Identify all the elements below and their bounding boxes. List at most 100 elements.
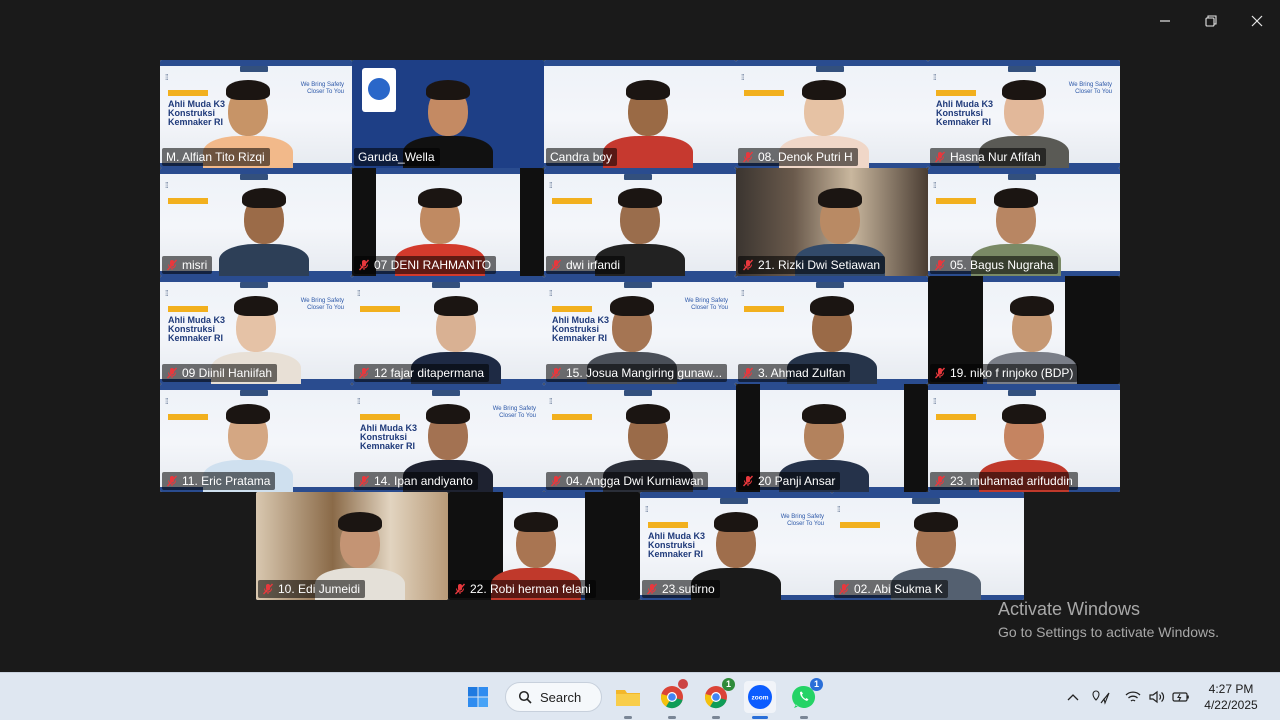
mic-muted-icon	[358, 259, 370, 271]
zoom-icon: zoom	[748, 685, 772, 709]
participant-video-tile[interactable]: ⁞⁞ 08. Denok Putri H	[736, 60, 928, 168]
participant-video-tile[interactable]: Garuda_Wella	[352, 60, 544, 168]
participant-name: 05. Bagus Nugraha	[950, 258, 1054, 272]
mic-muted-icon	[646, 583, 658, 595]
mic-muted-icon	[742, 259, 754, 271]
minimize-icon	[1160, 20, 1170, 22]
mic-muted-icon	[262, 583, 274, 595]
banner-logo	[624, 390, 652, 396]
clock-date: 4/22/2025	[1204, 698, 1258, 712]
participant-name: 22. Robi herman felani	[470, 582, 591, 596]
participant-name: M. Alfian Tito Rizqi	[166, 150, 265, 164]
running-indicator	[624, 716, 632, 719]
participant-name-tag: M. Alfian Tito Rizqi	[162, 148, 270, 166]
participant-name-tag: 14. Ipan andiyanto	[354, 472, 478, 490]
participant-name: misri	[182, 258, 208, 272]
participant-video-tile[interactable]: 22. Robi herman felani	[448, 492, 640, 600]
chrome-button-2[interactable]: 1	[700, 678, 735, 719]
participant-name: 23. muhamad arifuddin	[950, 474, 1073, 488]
participant-video-tile[interactable]: ⁞⁞ 12 fajar ditapermana	[352, 276, 544, 384]
taskbar: Search 1 zoom 1 4:27 PM 4/22/2025	[0, 672, 1280, 720]
banner-logo	[816, 66, 844, 72]
banner-tag	[360, 414, 400, 420]
banner-tag	[168, 414, 208, 420]
participant-video-tile[interactable]: ⁞⁞ 02. Abi Sukma K	[832, 492, 1024, 600]
mic-muted-icon	[166, 475, 178, 487]
file-explorer-button[interactable]	[612, 681, 644, 719]
start-button[interactable]	[462, 681, 494, 713]
whatsapp-button[interactable]: 1	[788, 678, 823, 719]
show-hidden-icons-button[interactable]	[1064, 688, 1082, 706]
participant-video-tile[interactable]: 20 Panji Ansar	[736, 384, 928, 492]
participant-video-tile[interactable]: 19. niko f rinjoko (BDP)	[928, 276, 1120, 384]
banner-tag	[552, 198, 592, 204]
participant-name-tag: Garuda_Wella	[354, 148, 440, 166]
participant-name-tag: 21. Rizki Dwi Setiawan	[738, 256, 886, 274]
minimize-button[interactable]	[1149, 8, 1181, 34]
drag-handle-icon: ⁞⁞	[165, 289, 169, 298]
participant-video-tile[interactable]: ⁞⁞ 05. Bagus Nugraha	[928, 168, 1120, 276]
participant-name: 19. niko f rinjoko (BDP)	[950, 366, 1074, 380]
mic-muted-icon	[742, 475, 754, 487]
banner-logo	[1008, 390, 1036, 396]
mic-muted-icon	[550, 259, 562, 271]
participant-video-tile[interactable]: ⁞⁞ Ahli Muda K3 Konstruksi Kemnaker RI We …	[640, 492, 832, 600]
mic-muted-icon	[550, 367, 562, 379]
participant-video-tile[interactable]: ⁞⁞ 23. muhamad arifuddin	[928, 384, 1120, 492]
location-tray-button[interactable]	[1092, 688, 1110, 706]
participant-video-tile[interactable]: ⁞⁞ Ahli Muda K3 Konstruksi Kemnaker RI We …	[160, 276, 352, 384]
close-button[interactable]	[1241, 8, 1273, 34]
participant-video-tile[interactable]: ⁞⁞ Ahli Muda K3 Konstruksi Kemnaker RI We …	[544, 276, 736, 384]
banner-tag	[840, 522, 880, 528]
volume-tray-button[interactable]	[1148, 688, 1166, 706]
participant-name: 08. Denok Putri H	[758, 150, 853, 164]
drag-handle-icon: ⁞⁞	[165, 181, 169, 190]
drag-handle-icon: ⁞⁞	[549, 289, 553, 298]
drag-handle-icon: ⁞⁞	[933, 397, 937, 406]
folder-icon	[616, 690, 640, 706]
participant-name-tag: Candra boy	[546, 148, 618, 166]
search-icon	[518, 690, 532, 704]
participant-video-tile[interactable]: ⁞⁞ Ahli Muda K3 Konstruksi Kemnaker RI We …	[928, 60, 1120, 168]
participant-video-tile[interactable]: Candra boy	[544, 60, 736, 168]
banner-logo	[240, 174, 268, 180]
participant-video-tile[interactable]: ⁞⁞ 04. Angga Dwi Kurniawan	[544, 384, 736, 492]
banner-tag	[168, 306, 208, 312]
battery-tray-button[interactable]	[1172, 688, 1190, 706]
participant-video-tile[interactable]: 21. Rizki Dwi Setiawan	[736, 168, 928, 276]
chrome-button-1[interactable]	[656, 679, 688, 719]
speaker-icon	[1149, 690, 1165, 704]
wifi-tray-button[interactable]	[1124, 688, 1142, 706]
drag-handle-icon: ⁞⁞	[165, 73, 169, 82]
running-indicator	[668, 716, 676, 719]
participant-name-tag: 02. Abi Sukma K	[834, 580, 948, 598]
mic-muted-icon	[934, 151, 946, 163]
participant-video-tile[interactable]: ⁞⁞ 11. Eric Pratama	[160, 384, 352, 492]
banner-tag	[168, 198, 208, 204]
banner-logo	[240, 282, 268, 288]
zoom-button[interactable]: zoom	[744, 681, 776, 719]
participant-video-tile[interactable]: 10. Edi Jumeidi	[256, 492, 448, 600]
participant-name: 21. Rizki Dwi Setiawan	[758, 258, 881, 272]
taskbar-search[interactable]: Search	[505, 682, 602, 712]
participant-video-tile[interactable]: 07 DENI RAHMANTO	[352, 168, 544, 276]
participant-video-tile[interactable]: ⁞⁞ Ahli Muda K3 Konstruksi Kemnaker RI We …	[352, 384, 544, 492]
participant-name-tag: 05. Bagus Nugraha	[930, 256, 1059, 274]
participant-name: 04. Angga Dwi Kurniawan	[566, 474, 704, 488]
close-icon	[1251, 15, 1263, 27]
chevron-up-icon	[1067, 694, 1079, 701]
participant-video-tile[interactable]: ⁞⁞ misri	[160, 168, 352, 276]
participant-name-tag: 20 Panji Ansar	[738, 472, 841, 490]
banner-tag	[936, 90, 976, 96]
drag-handle-icon: ⁞⁞	[933, 181, 937, 190]
participant-video-tile[interactable]: ⁞⁞ Ahli Muda K3 Konstruksi Kemnaker RI We …	[160, 60, 352, 168]
participant-video-tile[interactable]: ⁞⁞ 3. Ahmad Zulfan	[736, 276, 928, 384]
taskbar-clock[interactable]: 4:27 PM 4/22/2025	[1196, 681, 1266, 713]
participant-name-tag: 11. Eric Pratama	[162, 472, 276, 490]
participant-name: 23.sutirno	[662, 582, 715, 596]
participant-video-tile[interactable]: ⁞⁞ dwi irfandi	[544, 168, 736, 276]
clock-time: 4:27 PM	[1208, 682, 1254, 696]
restore-button[interactable]	[1195, 8, 1227, 34]
participant-name: Hasna Nur Afifah	[950, 150, 1041, 164]
participant-name-tag: 19. niko f rinjoko (BDP)	[930, 364, 1079, 382]
